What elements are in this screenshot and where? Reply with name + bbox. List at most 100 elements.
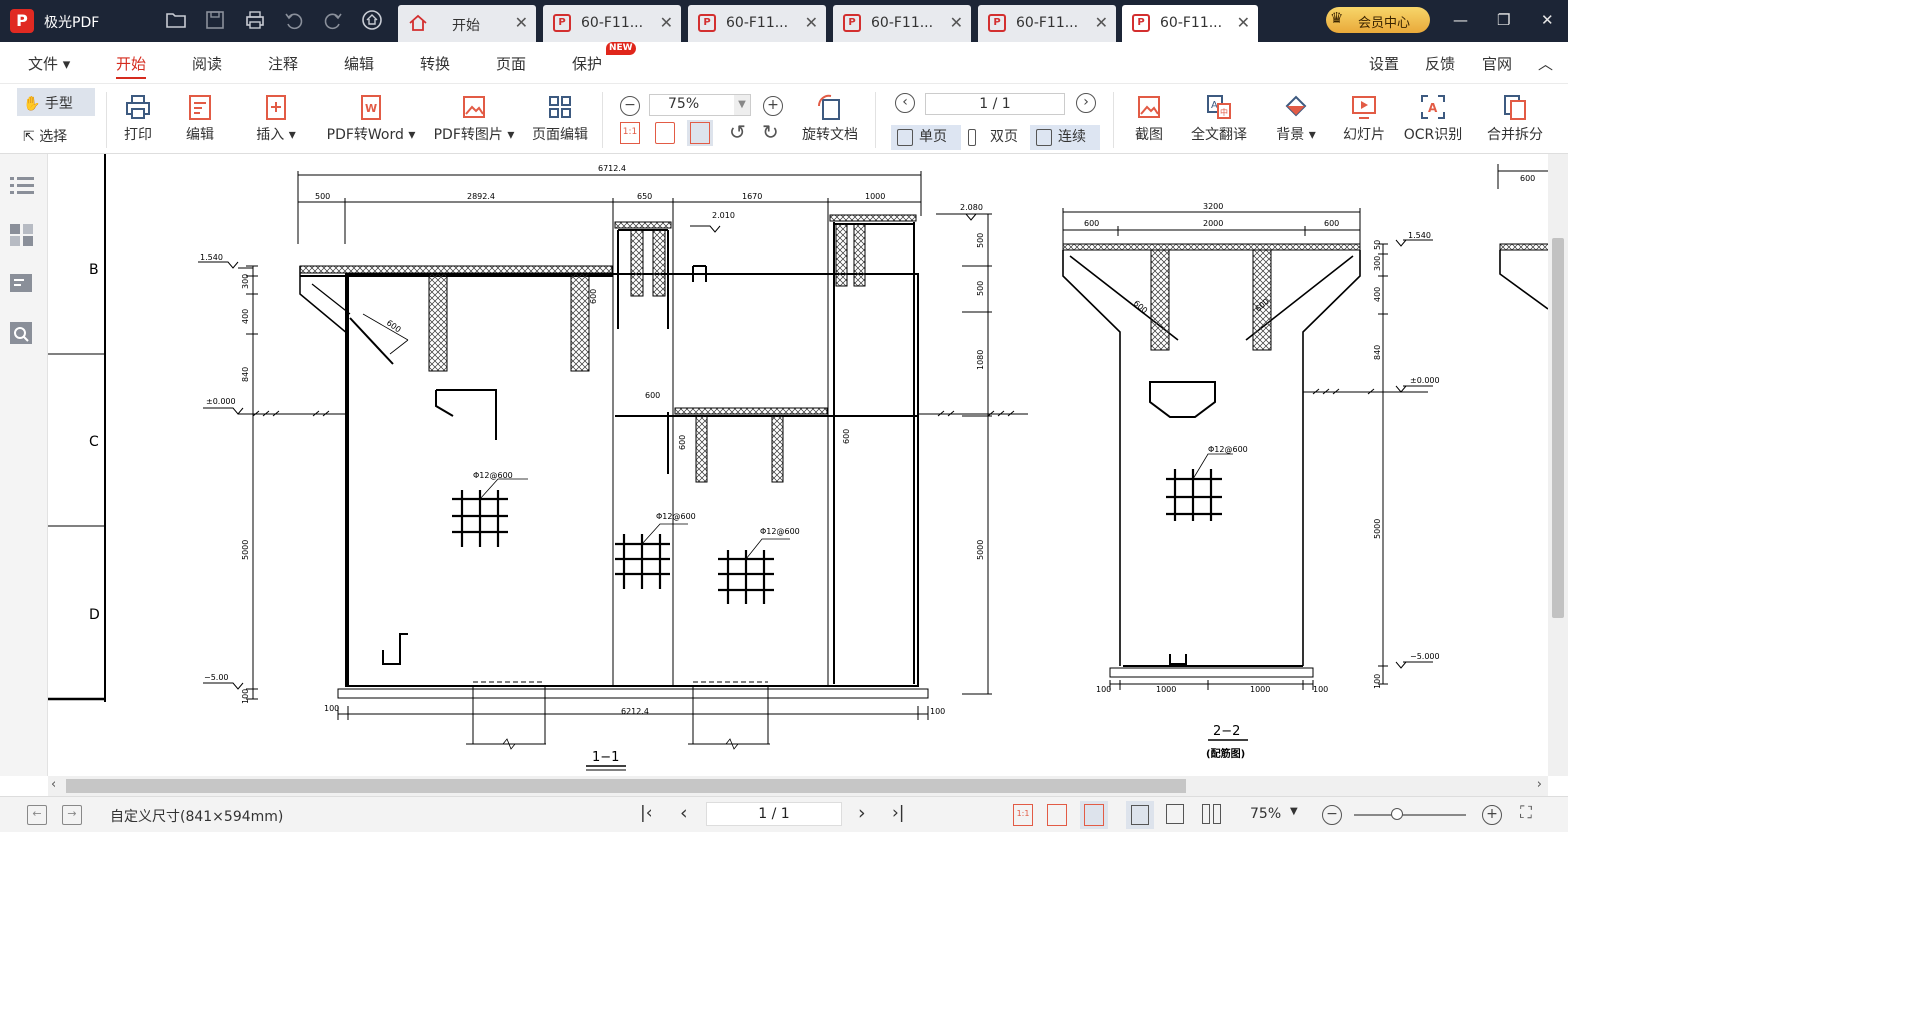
search-icon[interactable]	[9, 321, 35, 345]
pdf-to-word-button[interactable]: W PDF转Word ▾	[322, 88, 420, 150]
close-icon[interactable]: ✕	[1095, 13, 1108, 32]
single-page-button[interactable]: 单页	[891, 125, 961, 150]
status-page-input[interactable]: 1 / 1	[706, 802, 842, 826]
tab-document[interactable]: P 60-F11... ✕	[833, 5, 971, 42]
thumbnails-icon[interactable]	[9, 223, 35, 247]
double-page-icon[interactable]	[1202, 804, 1222, 824]
zoom-slider[interactable]	[1354, 814, 1466, 816]
crown-icon: ♛	[1330, 9, 1344, 27]
menu-file[interactable]: 文件 ▾	[28, 53, 70, 74]
menu-feedback[interactable]: 反馈	[1425, 53, 1455, 74]
restore-button[interactable]: ❐	[1497, 11, 1510, 29]
zoom-slider-knob[interactable]	[1391, 808, 1403, 820]
tab-document[interactable]: P 60-F11... ✕	[978, 5, 1116, 42]
menu-page[interactable]: 页面	[496, 53, 526, 74]
rotate-left-icon[interactable]: ↺	[729, 120, 746, 144]
zoom-in-icon[interactable]: +	[1482, 805, 1502, 825]
edit-button[interactable]: 编辑	[180, 88, 220, 150]
select-tool-button[interactable]: ⇱ 选择	[23, 126, 67, 146]
actual-size-icon[interactable]: 1:1	[620, 122, 640, 144]
menu-convert[interactable]: 转换	[420, 53, 450, 74]
menu-start[interactable]: 开始	[116, 53, 147, 79]
prev-view-icon[interactable]: ←	[27, 805, 47, 825]
tab-document[interactable]: P 60-F11... ✕	[543, 5, 681, 42]
zoom-out-icon[interactable]: −	[1322, 805, 1342, 825]
insert-button[interactable]: 插入 ▾	[252, 88, 300, 150]
tab-label: 60-F11...	[1160, 15, 1223, 31]
prev-page-icon[interactable]: ‹	[895, 93, 915, 113]
vertical-scroll-thumb[interactable]	[1552, 238, 1564, 618]
section-1-title: 1−1	[592, 750, 619, 765]
fit-page-icon[interactable]	[655, 122, 675, 144]
zoom-value[interactable]: 75%	[1250, 806, 1281, 822]
next-view-icon[interactable]: →	[62, 805, 82, 825]
page-edit-button[interactable]: 页面编辑	[530, 88, 590, 150]
continuous-page-icon[interactable]	[1166, 804, 1184, 824]
scroll-left-icon[interactable]: ‹	[51, 777, 56, 792]
pdf-to-image-button[interactable]: PDF转图片 ▾	[432, 88, 516, 150]
ocr-button[interactable]: A OCR识别	[1402, 88, 1464, 150]
annotations-icon[interactable]	[9, 272, 35, 296]
fit-width-button[interactable]	[687, 120, 713, 146]
chevron-down-icon[interactable]: ▼	[734, 95, 750, 115]
prev-page-icon[interactable]: ‹	[680, 802, 688, 824]
horizontal-scrollbar[interactable]: ‹ ›	[48, 776, 1548, 796]
close-icon[interactable]: ✕	[1237, 13, 1250, 32]
svg-text:500: 500	[976, 281, 985, 296]
collapse-ribbon-icon[interactable]: ︿	[1538, 53, 1553, 74]
last-page-icon[interactable]: ›|	[892, 803, 905, 823]
first-page-icon[interactable]: |‹	[640, 803, 653, 823]
save-icon[interactable]	[203, 9, 227, 33]
continuous-button[interactable]: 连续	[1030, 125, 1100, 150]
menu-read[interactable]: 阅读	[192, 53, 222, 74]
screenshot-button[interactable]: 截图	[1128, 88, 1170, 150]
double-page-button[interactable]: 双页	[962, 125, 1030, 150]
zoom-dropdown-icon[interactable]: ▼	[1290, 806, 1298, 817]
horizontal-scroll-thumb[interactable]	[66, 779, 1186, 793]
close-icon[interactable]: ✕	[515, 13, 528, 32]
slideshow-button[interactable]: 幻灯片	[1340, 88, 1388, 150]
rotate-right-icon[interactable]: ↻	[762, 120, 779, 144]
translate-button[interactable]: A中 全文翻译	[1186, 88, 1252, 150]
close-icon[interactable]: ✕	[805, 13, 818, 32]
close-icon[interactable]: ✕	[660, 13, 673, 32]
zoom-out-icon[interactable]: −	[620, 96, 640, 116]
merge-split-button[interactable]: 合并拆分	[1484, 88, 1546, 150]
outline-icon[interactable]	[9, 174, 35, 198]
menu-protect[interactable]: 保护	[572, 53, 602, 74]
page-number-input[interactable]: 1 / 1	[925, 93, 1065, 115]
rotate-doc-button[interactable]: 旋转文档	[798, 88, 862, 150]
home-circle-icon[interactable]	[360, 9, 384, 33]
next-page-icon[interactable]: ›	[858, 802, 866, 824]
redo-icon[interactable]	[321, 9, 345, 33]
zoom-select[interactable]: 75% ▼	[649, 94, 751, 116]
open-folder-icon[interactable]	[164, 9, 188, 33]
print-icon[interactable]	[243, 9, 267, 33]
zoom-in-icon[interactable]: +	[763, 96, 783, 116]
fullscreen-icon[interactable]: ⛶	[1520, 803, 1532, 823]
next-page-icon[interactable]: ›	[1076, 93, 1096, 113]
hand-tool-button[interactable]: ✋ 手型	[17, 88, 95, 116]
scroll-right-icon[interactable]: ›	[1537, 777, 1542, 792]
document-viewport[interactable]: B C D 6712.4 500 2892.4 650 1670 1000 2.…	[48, 154, 1548, 776]
menu-edit[interactable]: 编辑	[344, 53, 374, 74]
single-page-view-button[interactable]	[1126, 801, 1154, 829]
tab-document-active[interactable]: P 60-F11... ✕	[1122, 5, 1258, 42]
tab-home[interactable]: 开始 ✕	[398, 5, 536, 42]
undo-icon[interactable]	[282, 9, 306, 33]
close-icon[interactable]: ✕	[950, 13, 963, 32]
menu-website[interactable]: 官网	[1482, 53, 1512, 74]
tab-document[interactable]: P 60-F11... ✕	[688, 5, 826, 42]
vip-center-button[interactable]: ♛ 会员中心	[1326, 7, 1430, 33]
menu-settings[interactable]: 设置	[1369, 53, 1399, 74]
actual-size-icon[interactable]: 1:1	[1013, 804, 1033, 826]
menu-annotate[interactable]: 注释	[268, 53, 298, 74]
background-button[interactable]: 背景 ▾	[1270, 88, 1322, 150]
fit-page-icon[interactable]	[1047, 804, 1067, 826]
fit-width-button[interactable]	[1080, 801, 1108, 829]
print-button[interactable]: 打印	[118, 88, 158, 150]
close-window-button[interactable]: ✕	[1541, 11, 1554, 29]
svg-text:1000: 1000	[865, 192, 885, 201]
vertical-scrollbar[interactable]	[1548, 154, 1568, 776]
minimize-button[interactable]: —	[1453, 11, 1468, 29]
